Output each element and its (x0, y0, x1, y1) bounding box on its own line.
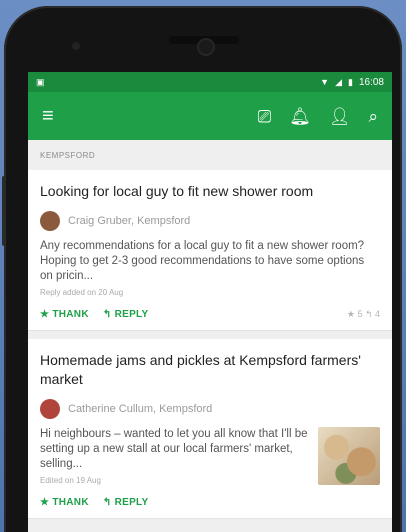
post-content: Hi neighbours – wanted to let you all kn… (40, 427, 308, 485)
post-body-row: Hi neighbours – wanted to let you all kn… (40, 427, 380, 485)
post-image[interactable] (318, 427, 380, 485)
section-label: KEMPSFORD (40, 150, 96, 160)
battery-icon: ▮ (348, 76, 353, 87)
avatar[interactable] (40, 211, 60, 231)
post-actions: ★ THANK ↰ REPLY (40, 497, 380, 508)
app-bar: ≡ ⎚ 🔔︎ 👤︎ ⌕ (28, 92, 392, 140)
post-card[interactable]: Looking for local guy to fit new shower … (28, 170, 392, 331)
post-body: Hi neighbours – wanted to let you all kn… (40, 428, 308, 470)
phone-frame: ▣ ▼ ◢ ▮ 16:08 ≡ ⎚ 🔔︎ 👤︎ ⌕ KEMPSFORD Look… (2, 6, 402, 532)
author-name[interactable]: Craig Gruber, Kempsford (68, 215, 190, 227)
post-meta: Reply added on 20 Aug (40, 288, 124, 297)
phone-side-button (2, 176, 6, 246)
reply-button[interactable]: ↰ REPLY (103, 497, 149, 508)
post-card[interactable]: Homemade jams and pickles at Kempsford f… (28, 339, 392, 519)
author-name[interactable]: Catherine Cullum, Kempsford (68, 403, 212, 415)
post-body-row: Any recommendations for a local guy to f… (40, 239, 380, 297)
search-icon[interactable]: ⌕ (368, 108, 378, 125)
status-bar: ▣ ▼ ◢ ▮ 16:08 (28, 72, 392, 92)
inbox-icon[interactable]: ⎚ (258, 108, 272, 125)
signal-icon: ◢ (335, 76, 343, 87)
app-bar-actions: ⎚ 🔔︎ 👤︎ ⌕ (258, 108, 378, 125)
post-author: Catherine Cullum, Kempsford (40, 399, 380, 419)
avatar[interactable] (40, 399, 60, 419)
post-title[interactable]: Homemade jams and pickles at Kempsford f… (40, 351, 380, 389)
post-counts: ★ 5 ↰ 4 (346, 309, 380, 319)
phone-camera (199, 40, 213, 54)
add-person-icon[interactable]: 👤︎ (329, 108, 351, 125)
thank-button[interactable]: ★ THANK (40, 309, 89, 320)
wifi-icon: ▼ (320, 77, 330, 87)
post-author: Craig Gruber, Kempsford (40, 211, 380, 231)
bell-icon[interactable]: 🔔︎ (289, 108, 311, 125)
phone-sensor (72, 42, 80, 50)
post-action-buttons: ★ THANK ↰ REPLY (40, 497, 149, 508)
post-actions: ★ THANK ↰ REPLY ★ 5 ↰ 4 (40, 309, 380, 320)
post-meta: Edited on 19 Aug (40, 476, 101, 485)
reply-button[interactable]: ↰ REPLY (103, 309, 149, 320)
status-indicators: ▼ ◢ ▮ 16:08 (320, 77, 384, 88)
menu-icon[interactable]: ≡ (42, 106, 54, 126)
post-title[interactable]: Looking for local guy to fit new shower … (40, 182, 380, 201)
thank-button[interactable]: ★ THANK (40, 497, 89, 508)
status-time: 16:08 (358, 76, 384, 88)
screen: ▣ ▼ ◢ ▮ 16:08 ≡ ⎚ 🔔︎ 👤︎ ⌕ KEMPSFORD Look… (28, 72, 392, 532)
post-action-buttons: ★ THANK ↰ REPLY (40, 309, 149, 320)
notification-icon: ▣ (36, 76, 45, 87)
post-body: Any recommendations for a local guy to f… (40, 240, 365, 282)
post-content: Any recommendations for a local guy to f… (40, 239, 380, 297)
